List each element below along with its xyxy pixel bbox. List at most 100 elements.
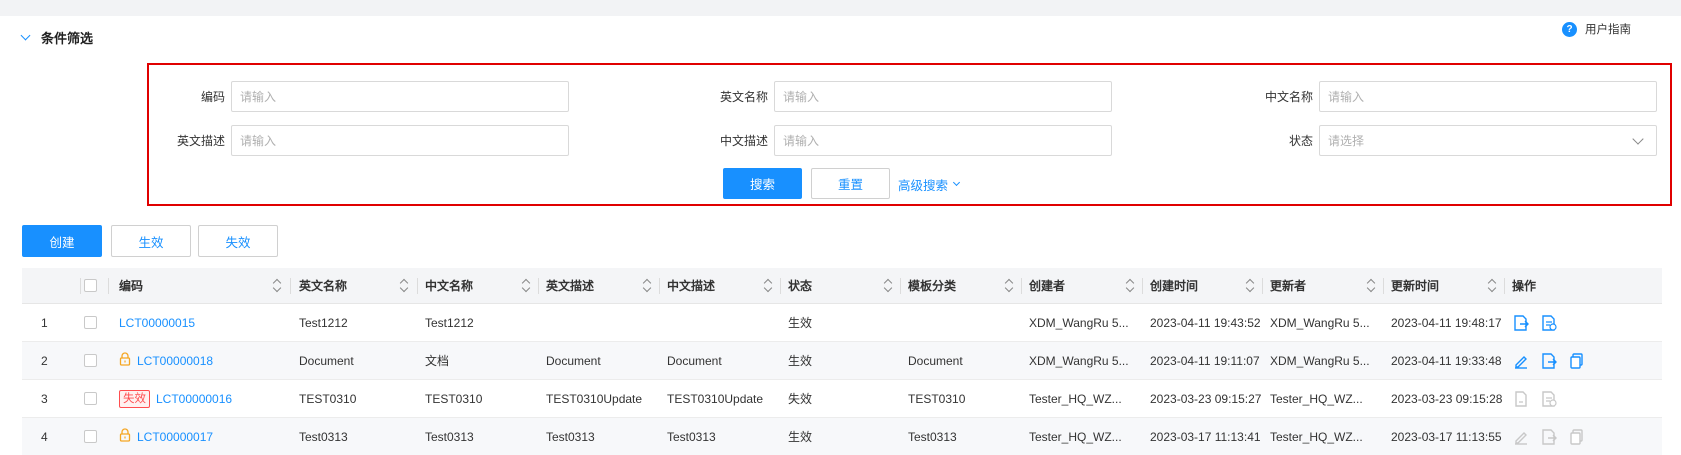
created-time-text: 2023-04-11 19:43:52 [1150, 315, 1261, 330]
sort-icon[interactable] [1487, 279, 1497, 293]
cn-name-label: 中文名称 [1264, 90, 1313, 104]
column-divider[interactable] [900, 278, 901, 294]
sort-icon[interactable] [763, 279, 773, 293]
cn-desc-input[interactable] [774, 125, 1112, 156]
row-checkbox[interactable] [84, 316, 97, 329]
row-checkbox[interactable] [84, 354, 97, 367]
column-divider[interactable] [108, 278, 109, 294]
column-divider[interactable] [1142, 278, 1143, 294]
column-divider[interactable] [780, 278, 781, 294]
reset-button[interactable]: 重置 [811, 168, 890, 199]
invalid-badge: 失效 [119, 389, 150, 408]
code-link[interactable]: LCT00000018 [137, 354, 213, 368]
operations-cell [1512, 304, 1568, 341]
column-header[interactable]: 创建者 [1029, 268, 1065, 303]
sort-icon[interactable] [272, 279, 282, 293]
column-header[interactable]: 创建时间 [1150, 268, 1198, 303]
create-button[interactable]: 创建 [22, 225, 102, 257]
data-table: 编码 英文名称 中文名称 英文描述 中文描述 状态 模板分类 创建者 创建时间 更新者 更新时间 操作… [22, 268, 1662, 455]
document-icon[interactable] [1540, 314, 1558, 332]
code-link[interactable]: LCT00000016 [156, 392, 232, 406]
sort-icon[interactable] [1004, 279, 1014, 293]
advanced-search-toggle[interactable]: 高级搜索 [898, 176, 961, 193]
column-header[interactable]: 更新时间 [1391, 268, 1439, 303]
status-text: 生效 [788, 316, 813, 330]
search-button[interactable]: 搜索 [723, 168, 802, 199]
cn-name-cell: 文档 [425, 342, 540, 379]
copy-icon[interactable] [1568, 352, 1586, 370]
export-icon[interactable] [1540, 352, 1558, 370]
creator-cell: Tester_HQ_WZ... [1029, 380, 1144, 417]
column-header[interactable]: 编码 [119, 268, 143, 303]
sort-icon[interactable] [883, 279, 893, 293]
row-checkbox[interactable] [84, 392, 97, 405]
column-divider[interactable] [1504, 278, 1505, 294]
status-cell: 失效 [788, 380, 902, 417]
column-header[interactable]: 模板分类 [908, 268, 956, 303]
disable-button[interactable]: 失效 [198, 225, 278, 257]
operations-cell [1512, 342, 1596, 379]
row-select-cell [84, 342, 97, 379]
column-header[interactable]: 更新者 [1270, 268, 1306, 303]
status-select[interactable]: 请选择 [1319, 125, 1657, 156]
table-row: 1 LCT00000015 Test1212 Test1212 生效 XDM_WangRu… [22, 304, 1662, 342]
en-desc-cell: Test0313 [546, 418, 661, 455]
code-input[interactable] [231, 81, 569, 112]
creator-text: XDM_WangRu 5... [1029, 315, 1129, 330]
column-divider[interactable] [290, 278, 291, 294]
category-text: Test0313 [908, 429, 957, 444]
created-time-text: 2023-03-23 09:15:27 [1150, 391, 1262, 406]
updated-time-cell: 2023-03-17 11:13:55 [1391, 418, 1507, 455]
filter-section-toggle[interactable]: 条件筛选 [20, 27, 93, 47]
column-divider[interactable] [417, 278, 418, 294]
column-divider[interactable] [659, 278, 660, 294]
created-time-cell: 2023-03-23 09:15:27 [1150, 380, 1264, 417]
code-link[interactable]: LCT00000015 [119, 316, 195, 330]
sort-icon[interactable] [1125, 279, 1135, 293]
cn-desc-cell [667, 304, 782, 341]
created-time-text: 2023-04-11 19:11:07 [1150, 353, 1260, 368]
updater-text: XDM_WangRu 5... [1270, 315, 1370, 330]
column-divider[interactable] [1383, 278, 1384, 294]
column-divider[interactable] [538, 278, 539, 294]
column-header[interactable]: 中文描述 [667, 268, 715, 303]
en-name-text: Test1212 [299, 315, 348, 330]
sort-icon[interactable] [399, 279, 409, 293]
row-checkbox[interactable] [84, 430, 97, 443]
export-icon[interactable] [1512, 314, 1530, 332]
edit-icon [1512, 428, 1530, 446]
creator-cell: XDM_WangRu 5... [1029, 342, 1144, 379]
column-header[interactable]: 中文名称 [425, 268, 473, 303]
updated-time-text: 2023-04-11 19:48:17 [1391, 315, 1502, 330]
creator-text: Tester_HQ_WZ... [1029, 391, 1122, 406]
sort-icon[interactable] [1245, 279, 1255, 293]
created-time-cell: 2023-04-11 19:43:52 [1150, 304, 1264, 341]
en-name-input[interactable] [774, 81, 1112, 112]
edit-icon[interactable] [1512, 352, 1530, 370]
help-icon: ? [1562, 21, 1577, 37]
en-desc-input[interactable] [231, 125, 569, 156]
lock-icon [119, 352, 131, 369]
user-guide-label: 用户指南 [1585, 24, 1631, 36]
user-guide-link[interactable]: ? 用户指南 [1562, 21, 1631, 37]
sort-icon[interactable] [1366, 279, 1376, 293]
enable-button[interactable]: 生效 [111, 225, 191, 257]
status-cell: 生效 [788, 342, 902, 379]
en-desc-text: Test0313 [546, 429, 595, 444]
column-divider[interactable] [1262, 278, 1263, 294]
column-divider[interactable] [80, 278, 81, 294]
column-header[interactable]: 英文描述 [546, 268, 594, 303]
column-divider[interactable] [1021, 278, 1022, 294]
cn-name-input[interactable] [1319, 81, 1657, 112]
column-header[interactable]: 英文名称 [299, 268, 347, 303]
column-header[interactable]: 状态 [788, 268, 812, 303]
sort-icon[interactable] [642, 279, 652, 293]
cn-desc-text: TEST0310Update [667, 391, 764, 406]
cn-name-cell: Test0313 [425, 418, 540, 455]
sort-icon[interactable] [521, 279, 531, 293]
select-all-checkbox[interactable] [84, 279, 97, 292]
code-link[interactable]: LCT00000017 [137, 430, 213, 444]
category-text: Document [908, 353, 963, 368]
category-cell: Test0313 [908, 418, 1023, 455]
row-select-cell [84, 304, 97, 341]
